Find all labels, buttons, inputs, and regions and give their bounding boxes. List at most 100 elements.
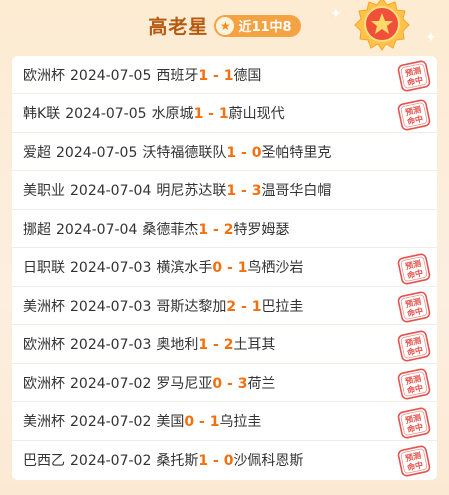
away-team: 沙佩科恩斯 bbox=[233, 453, 304, 469]
match-text: 挪超 2024-07-04 桑德菲杰1 - 2特罗姆瑟 bbox=[12, 219, 289, 239]
away-team: 德国 bbox=[233, 67, 262, 84]
match-row[interactable]: 日职联 2024-07-03 横滨水手0 - 1鸟栖沙岩 预测 命中 bbox=[12, 249, 437, 287]
match-row[interactable]: 欧洲杯 2024-07-03 奥地利1 - 2土耳其 预测 命中 bbox=[12, 326, 437, 364]
match-date: 2024-07-05 bbox=[65, 106, 147, 122]
match-row[interactable]: 韩K联 2024-07-05 水原城1 - 1蔚山现代 预测 命中 bbox=[12, 95, 437, 133]
home-score: 1 bbox=[198, 67, 209, 84]
league-name: 美洲杯 bbox=[23, 414, 65, 430]
match-text: 美职业 2024-07-04 明尼苏达联1 - 3温哥华白帽 bbox=[12, 180, 331, 200]
match-row[interactable]: 欧洲杯 2024-07-02 罗马尼亚0 - 3荷兰 预测 命中 bbox=[12, 364, 437, 402]
match-date: 2024-07-03 bbox=[70, 298, 152, 315]
away-team: 温哥华白帽 bbox=[261, 183, 332, 199]
match-row[interactable]: 美洲杯 2024-07-02 美国0 - 1乌拉圭 预测 命中 bbox=[12, 403, 437, 441]
away-team: 鸟栖沙岩 bbox=[247, 260, 304, 276]
score-separator: - bbox=[236, 298, 252, 315]
expert-record-panel: 高老星 ★ 近11中8 ✦ ✦ 欧洲杯 2024-07-05 西班牙1 - 1德国预… bbox=[0, 0, 449, 495]
match-date: 2024-07-02 bbox=[70, 414, 152, 430]
home-score: 0 bbox=[212, 260, 223, 276]
score-separator: - bbox=[194, 414, 210, 430]
prediction-list: 欧洲杯 2024-07-05 西班牙1 - 1德国 预测 命中 韩K联 2024-07-05… bbox=[12, 56, 437, 480]
away-team: 圣帕特里克 bbox=[261, 144, 332, 161]
star-icon: ★ bbox=[216, 16, 235, 35]
league-name: 巴西乙 bbox=[23, 453, 65, 469]
away-team: 蔚山现代 bbox=[228, 106, 285, 122]
home-team: 哥斯达黎加 bbox=[156, 298, 227, 315]
league-name: 欧洲杯 bbox=[23, 375, 65, 392]
match-text: 美洲杯 2024-07-03 哥斯达黎加2 - 1巴拉圭 bbox=[12, 296, 303, 316]
away-score: 0 bbox=[223, 453, 234, 469]
home-team: 沃特福德联队 bbox=[142, 144, 227, 161]
away-score: 1 bbox=[251, 298, 262, 315]
score-separator: - bbox=[208, 67, 224, 84]
home-score: 0 bbox=[184, 414, 195, 430]
score-separator: - bbox=[208, 453, 224, 469]
hit-stamp-icon: 预测命中 bbox=[397, 291, 431, 323]
match-text: 美洲杯 2024-07-02 美国0 - 1乌拉圭 bbox=[12, 411, 261, 431]
away-score: 1 bbox=[223, 67, 234, 84]
league-name: 日职联 bbox=[23, 260, 65, 276]
home-team: 横滨水手 bbox=[156, 260, 213, 276]
score-separator: - bbox=[208, 337, 224, 353]
match-text: 日职联 2024-07-03 横滨水手0 - 1鸟栖沙岩 bbox=[12, 257, 303, 277]
expert-name: 高老星 bbox=[148, 16, 209, 38]
home-score: 1 bbox=[198, 453, 209, 469]
home-team: 桑德菲杰 bbox=[142, 221, 199, 238]
match-row[interactable]: 美职业 2024-07-04 明尼苏达联1 - 3温哥华白帽 bbox=[12, 172, 437, 210]
home-score: 1 bbox=[226, 183, 237, 199]
away-team: 荷兰 bbox=[247, 375, 276, 392]
hit-stamp-icon: 预测命中 bbox=[397, 330, 431, 361]
away-team: 乌拉圭 bbox=[219, 414, 262, 430]
away-score: 3 bbox=[237, 375, 248, 392]
away-score: 1 bbox=[209, 414, 220, 430]
match-date: 2024-07-02 bbox=[70, 453, 152, 469]
score-separator: - bbox=[203, 106, 219, 122]
score-separator: - bbox=[236, 144, 252, 161]
sparkle-icon: ✦ bbox=[330, 6, 342, 22]
match-row[interactable]: 美洲杯 2024-07-03 哥斯达黎加2 - 1巴拉圭 预测 命中 bbox=[12, 287, 437, 325]
league-name: 挪超 bbox=[23, 221, 51, 238]
home-team: 罗马尼亚 bbox=[156, 375, 213, 392]
league-name: 韩K联 bbox=[23, 106, 61, 122]
away-team: 巴拉圭 bbox=[261, 298, 304, 315]
away-team: 特罗姆瑟 bbox=[233, 221, 290, 238]
hit-stamp-icon: 预测命中 bbox=[397, 368, 431, 400]
home-team: 美国 bbox=[156, 414, 185, 430]
home-score: 1 bbox=[193, 106, 204, 122]
away-score: 0 bbox=[251, 144, 262, 161]
home-team: 明尼苏达联 bbox=[156, 183, 227, 199]
score-separator: - bbox=[236, 183, 252, 199]
match-text: 欧洲杯 2024-07-02 罗马尼亚0 - 3荷兰 bbox=[12, 373, 275, 393]
match-text: 欧洲杯 2024-07-05 西班牙1 - 1德国 bbox=[12, 65, 261, 85]
away-score: 3 bbox=[251, 183, 262, 199]
hit-stamp-icon: 预测命中 bbox=[397, 407, 431, 438]
match-date: 2024-07-04 bbox=[56, 221, 138, 238]
match-row[interactable]: 巴西乙 2024-07-02 桑托斯1 - 0沙佩科恩斯 预测 命中 bbox=[12, 441, 437, 479]
away-score: 2 bbox=[223, 337, 234, 353]
home-score: 0 bbox=[212, 375, 223, 392]
home-score: 1 bbox=[226, 144, 237, 161]
away-team: 土耳其 bbox=[233, 337, 276, 353]
home-team: 奥地利 bbox=[156, 337, 199, 353]
match-row[interactable]: 爱超 2024-07-05 沃特福德联队1 - 0圣帕特里克 bbox=[12, 133, 437, 171]
home-score: 1 bbox=[198, 337, 209, 353]
home-score: 1 bbox=[198, 221, 209, 238]
home-team: 桑托斯 bbox=[156, 453, 199, 469]
home-team: 水原城 bbox=[151, 106, 194, 122]
match-text: 欧洲杯 2024-07-03 奥地利1 - 2土耳其 bbox=[12, 334, 275, 354]
league-name: 欧洲杯 bbox=[23, 67, 65, 84]
sparkle-icon: ✦ bbox=[425, 30, 437, 46]
league-name: 欧洲杯 bbox=[23, 337, 65, 353]
match-row[interactable]: 欧洲杯 2024-07-05 西班牙1 - 1德国 预测 命中 bbox=[12, 56, 437, 94]
header: 高老星 ★ 近11中8 ✦ ✦ bbox=[0, 0, 449, 52]
record-badge-text: 近11中8 bbox=[238, 20, 292, 35]
match-date: 2024-07-05 bbox=[56, 144, 138, 161]
match-row[interactable]: 挪超 2024-07-04 桑德菲杰1 - 2特罗姆瑟 bbox=[12, 210, 437, 248]
home-score: 2 bbox=[226, 298, 237, 315]
score-separator: - bbox=[208, 221, 224, 238]
league-name: 美职业 bbox=[23, 183, 65, 199]
hit-stamp-icon: 预测命中 bbox=[397, 99, 431, 130]
match-date: 2024-07-05 bbox=[70, 67, 152, 84]
score-separator: - bbox=[222, 260, 238, 276]
hit-stamp-icon: 预测命中 bbox=[397, 60, 431, 92]
match-date: 2024-07-03 bbox=[70, 337, 152, 353]
